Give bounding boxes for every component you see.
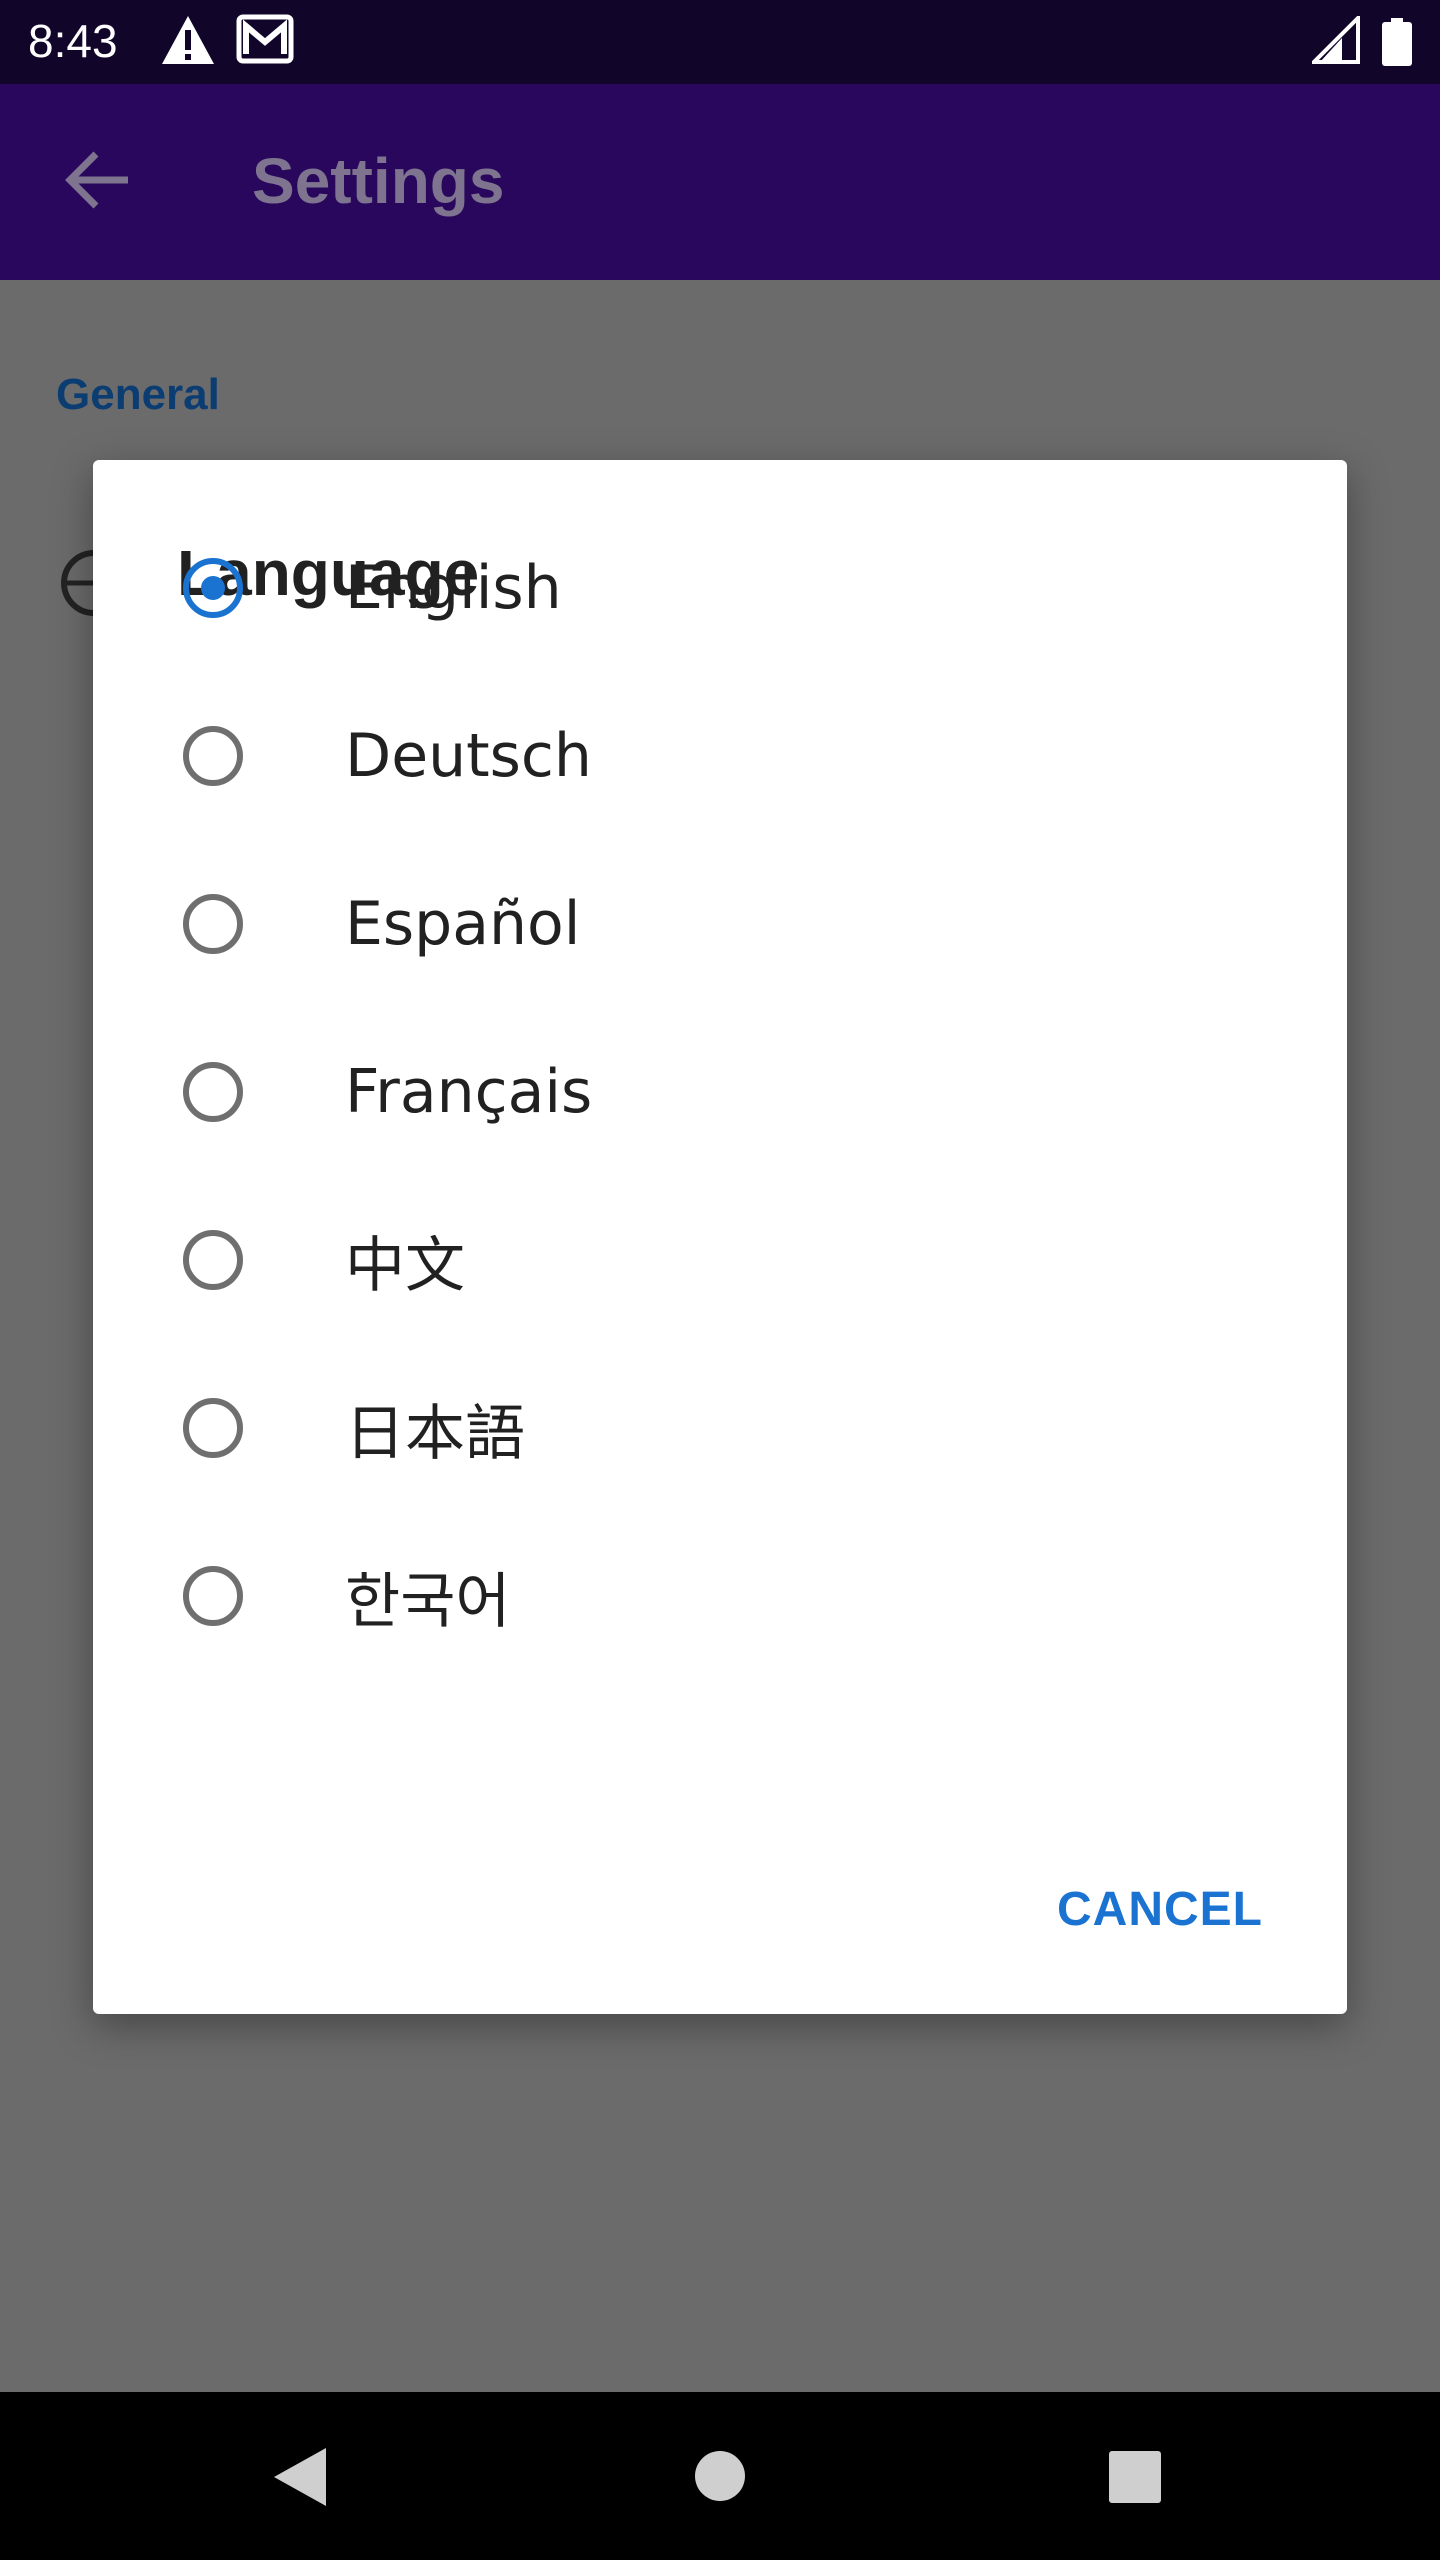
language-option-francais[interactable]: Français xyxy=(93,1008,1347,1176)
radio-button[interactable] xyxy=(183,894,243,954)
option-label: 한국어 xyxy=(345,1566,511,1637)
option-label: 中文 xyxy=(345,1230,465,1301)
option-label: Français xyxy=(345,1057,593,1127)
radio-button[interactable] xyxy=(183,1398,243,1458)
battery-icon xyxy=(1382,18,1412,71)
language-option-chinese[interactable]: 中文 xyxy=(93,1176,1347,1344)
radio-button[interactable] xyxy=(183,1566,243,1626)
arrow-back-icon[interactable] xyxy=(62,148,134,217)
app-bar: Settings xyxy=(0,84,1440,280)
radio-button-selected[interactable] xyxy=(183,558,243,618)
language-option-japanese[interactable]: 日本語 xyxy=(93,1344,1347,1512)
warning-icon xyxy=(160,14,216,71)
status-time: 8:43 xyxy=(28,15,118,67)
language-option-english[interactable]: English xyxy=(93,504,1347,672)
cancel-button[interactable]: CANCEL xyxy=(1057,1882,1263,1937)
navigation-bar xyxy=(0,2392,1440,2560)
section-header-general: General xyxy=(56,370,220,419)
mail-icon xyxy=(236,14,294,69)
option-label: English xyxy=(345,553,562,623)
signal-icon xyxy=(1309,13,1360,69)
option-label: Deutsch xyxy=(345,721,592,791)
language-option-espanol[interactable]: Español xyxy=(93,840,1347,1008)
option-label: Español xyxy=(345,889,581,959)
nav-recents-icon[interactable] xyxy=(1108,2450,1162,2509)
radio-button[interactable] xyxy=(183,1230,243,1290)
language-option-korean[interactable]: 한국어 xyxy=(93,1512,1347,1680)
nav-back-icon[interactable] xyxy=(270,2446,328,2513)
radio-button[interactable] xyxy=(183,1062,243,1122)
language-dialog: Language English Deutsch Español Françai… xyxy=(93,460,1347,2014)
status-bar: 8:43 xyxy=(0,0,1440,84)
page-title: Settings xyxy=(252,145,505,217)
option-label: 日本語 xyxy=(345,1398,525,1469)
nav-home-icon[interactable] xyxy=(694,2450,746,2507)
radio-button[interactable] xyxy=(183,726,243,786)
language-option-deutsch[interactable]: Deutsch xyxy=(93,672,1347,840)
